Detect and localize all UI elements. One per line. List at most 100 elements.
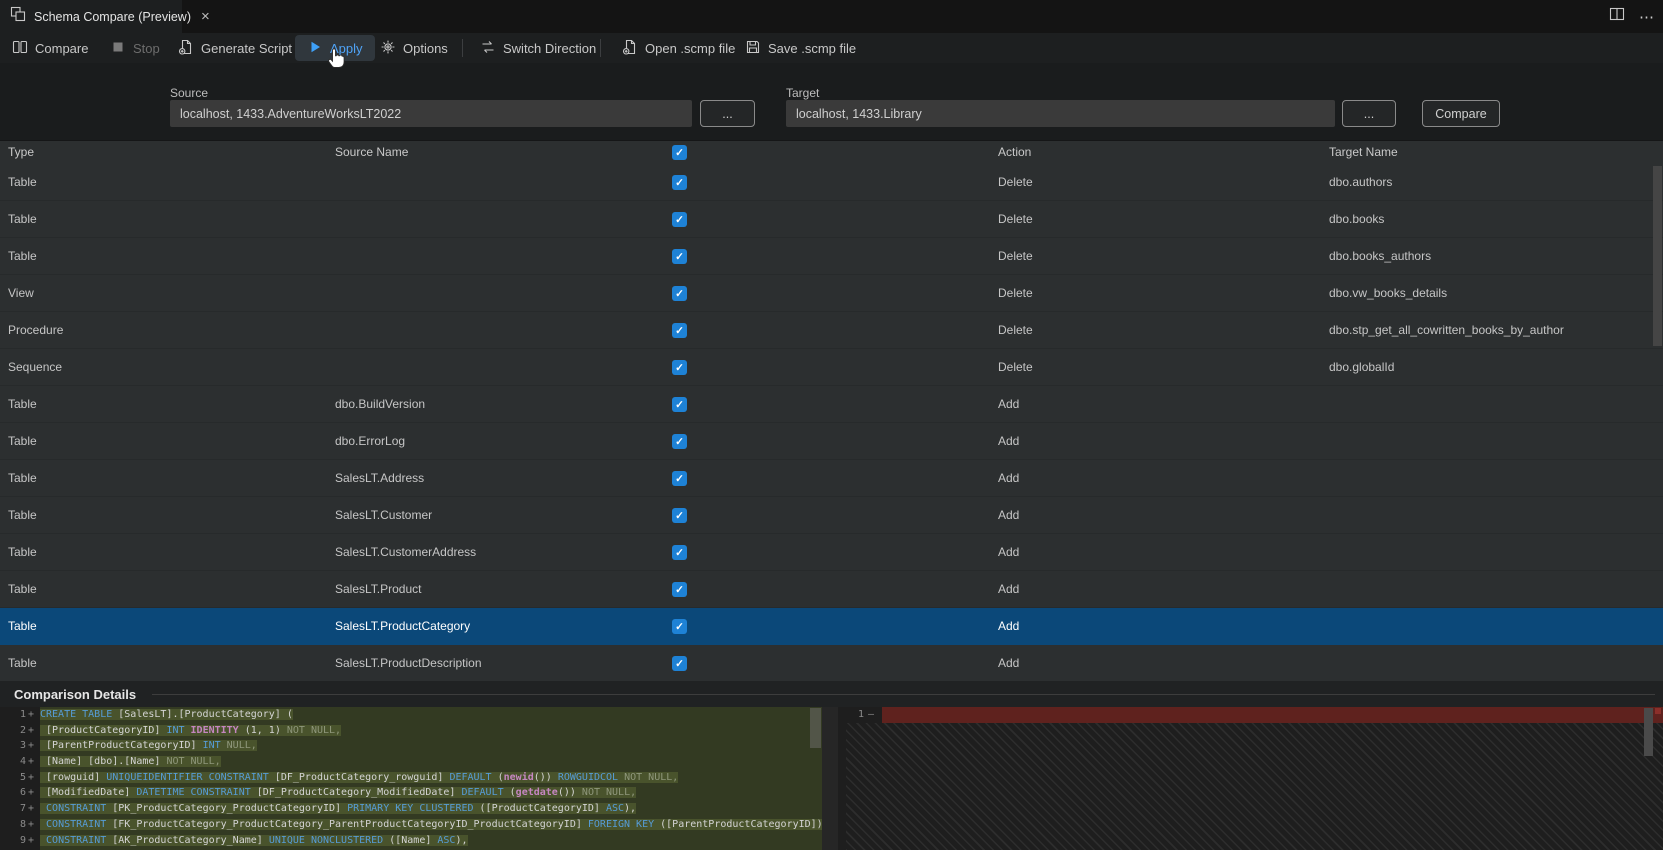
table-row[interactable]: View Delete dbo.vw_books_details (0, 275, 1663, 312)
cell-type: Table (8, 434, 37, 448)
column-header-target[interactable]: Target Name (1329, 145, 1398, 159)
target-pane-scrollbar[interactable] (1644, 708, 1653, 756)
close-icon[interactable]: × (201, 8, 210, 25)
include-checkbox[interactable] (672, 249, 687, 264)
cell-action: Delete (998, 323, 1033, 337)
cell-type: Sequence (8, 360, 63, 374)
code-line: 7 + CONSTRAINT [PK_ProductCategory_Produc… (0, 801, 822, 817)
cell-action: Add (998, 397, 1020, 411)
empty-diff-hatch (846, 722, 1663, 850)
toolbar-item-stop[interactable]: Stop (110, 33, 160, 63)
cell-type: Table (8, 545, 37, 559)
grid-rows: Table Delete dbo.authors Table Delete dbo.boo… (0, 164, 1663, 682)
table-row[interactable]: Table SalesLT.ProductCategory Add (0, 608, 1663, 645)
toolbar-item-save-scmp-file[interactable]: Save .scmp file (745, 33, 856, 63)
table-row[interactable]: Table Delete dbo.books (0, 201, 1663, 238)
include-checkbox[interactable] (672, 323, 687, 338)
toolbar-item-label: Generate Script (201, 40, 293, 56)
toolbar-item-switch-direction[interactable]: Switch Direction (480, 33, 596, 63)
toolbar-item-label: Switch Direction (503, 40, 597, 56)
cell-type: Procedure (8, 323, 64, 337)
schema-compare-grid: Type Source Name Action Target Name Tabl… (0, 140, 1663, 682)
line-number-gutter: 3 + (19, 740, 35, 752)
toolbar-item-generate-script[interactable]: Generate Script (178, 33, 292, 63)
column-header-type[interactable]: Type (8, 145, 34, 159)
source-pane-scrollbar[interactable] (810, 708, 821, 748)
table-row[interactable]: Table dbo.BuildVersion Add (0, 386, 1663, 423)
code-line: 9 + CONSTRAINT [AK_ProductCategory_Name] … (0, 832, 822, 849)
table-row[interactable]: Sequence Delete dbo.globalId (0, 349, 1663, 386)
compare-button[interactable]: Compare (1422, 100, 1500, 127)
include-checkbox[interactable] (672, 286, 687, 301)
editor-tab-bar: Schema Compare (Preview) × ⋯ (0, 0, 1663, 33)
cell-type: Table (8, 471, 37, 485)
include-checkbox[interactable] (672, 175, 687, 190)
cell-target-name: dbo.books_authors (1329, 249, 1432, 263)
toolbar-divider (462, 39, 463, 57)
toolbar-item-apply[interactable]: Apply (295, 35, 375, 61)
include-checkbox[interactable] (672, 582, 687, 597)
deleted-sign: – (867, 709, 875, 720)
toolbar-item-label: Options (403, 40, 448, 56)
include-checkbox[interactable] (672, 656, 687, 671)
include-checkbox[interactable] (672, 434, 687, 449)
include-checkbox[interactable] (672, 471, 687, 486)
column-header-action[interactable]: Action (998, 145, 1031, 159)
target-connection-input[interactable]: localhost, 1433.Library (786, 100, 1335, 127)
table-row[interactable]: Table Delete dbo.books_authors (0, 238, 1663, 275)
include-checkbox[interactable] (672, 545, 687, 560)
cell-type: Table (8, 175, 37, 189)
cell-type: Table (8, 249, 37, 263)
split-editor-icon[interactable] (1609, 6, 1625, 27)
table-row[interactable]: Table SalesLT.Product Add (0, 571, 1663, 608)
cell-action: Add (998, 471, 1020, 485)
toolbar-item-compare[interactable]: Compare (12, 33, 88, 63)
grid-scrollbar[interactable] (1653, 166, 1662, 346)
toolbar-item-options[interactable]: Options (380, 33, 448, 63)
cell-type: Table (8, 508, 37, 522)
cell-source-name: SalesLT.ProductCategory (335, 619, 471, 633)
line-number-gutter: 7 + (19, 803, 35, 815)
source-browse-button[interactable]: ... (700, 100, 755, 127)
include-checkbox[interactable] (672, 508, 687, 523)
include-checkbox[interactable] (672, 619, 687, 634)
cell-target-name: dbo.books (1329, 212, 1385, 226)
source-connection-input[interactable]: localhost, 1433.AdventureWorksLT2022 (170, 100, 692, 127)
table-row[interactable]: Table SalesLT.Address Add (0, 460, 1663, 497)
line-number-gutter: 9 + (19, 834, 35, 846)
column-header-source[interactable]: Source Name (335, 145, 408, 159)
include-checkbox[interactable] (672, 397, 687, 412)
cell-action: Delete (998, 360, 1033, 374)
cell-type: View (8, 286, 34, 300)
table-row[interactable]: Table dbo.ErrorLog Add (0, 423, 1663, 460)
toolbar-item-open-scmp-file[interactable]: Open .scmp file (622, 33, 735, 63)
header-include-checkbox[interactable] (672, 145, 687, 160)
more-actions-icon[interactable]: ⋯ (1639, 8, 1655, 26)
target-browse-button[interactable]: ... (1342, 100, 1396, 127)
include-checkbox[interactable] (672, 360, 687, 375)
table-row[interactable]: Table SalesLT.ProductDescription Add (0, 645, 1663, 682)
code-line: 1 + CREATE TABLE [SalesLT].[ProductCategor… (0, 707, 822, 723)
tab-schema-compare[interactable]: Schema Compare (Preview) × (0, 0, 210, 33)
cell-type: Table (8, 656, 37, 670)
grid-header: Type Source Name Action Target Name (0, 141, 1663, 164)
table-row[interactable]: Table SalesLT.CustomerAddress Add (0, 534, 1663, 571)
toolbar-item-label: Compare (35, 40, 89, 56)
cell-action: Add (998, 434, 1020, 448)
include-checkbox[interactable] (672, 212, 687, 227)
pane-divider[interactable] (822, 707, 838, 850)
table-row[interactable]: Table SalesLT.Customer Add (0, 497, 1663, 534)
cell-action: Add (998, 508, 1020, 522)
source-script-pane[interactable]: 1 + CREATE TABLE [SalesLT].[ProductCategor… (0, 707, 822, 850)
target-script-pane[interactable]: 1 – (838, 707, 1663, 850)
line-number-gutter: 5 + (19, 771, 35, 783)
line-number-gutter: 1 + (19, 709, 35, 720)
cell-source-name: SalesLT.Customer (335, 508, 433, 522)
deleted-line-highlight (882, 707, 1663, 723)
cell-action: Add (998, 545, 1020, 559)
tab-label: Schema Compare (Preview) (34, 9, 191, 24)
comparison-details: Comparison Details 1 + CREATE TABLE [Sales… (0, 681, 1663, 850)
table-row[interactable]: Table Delete dbo.authors (0, 164, 1663, 201)
table-row[interactable]: Procedure Delete dbo.stp_get_all_cowritten… (0, 312, 1663, 349)
apply-icon (307, 39, 323, 58)
